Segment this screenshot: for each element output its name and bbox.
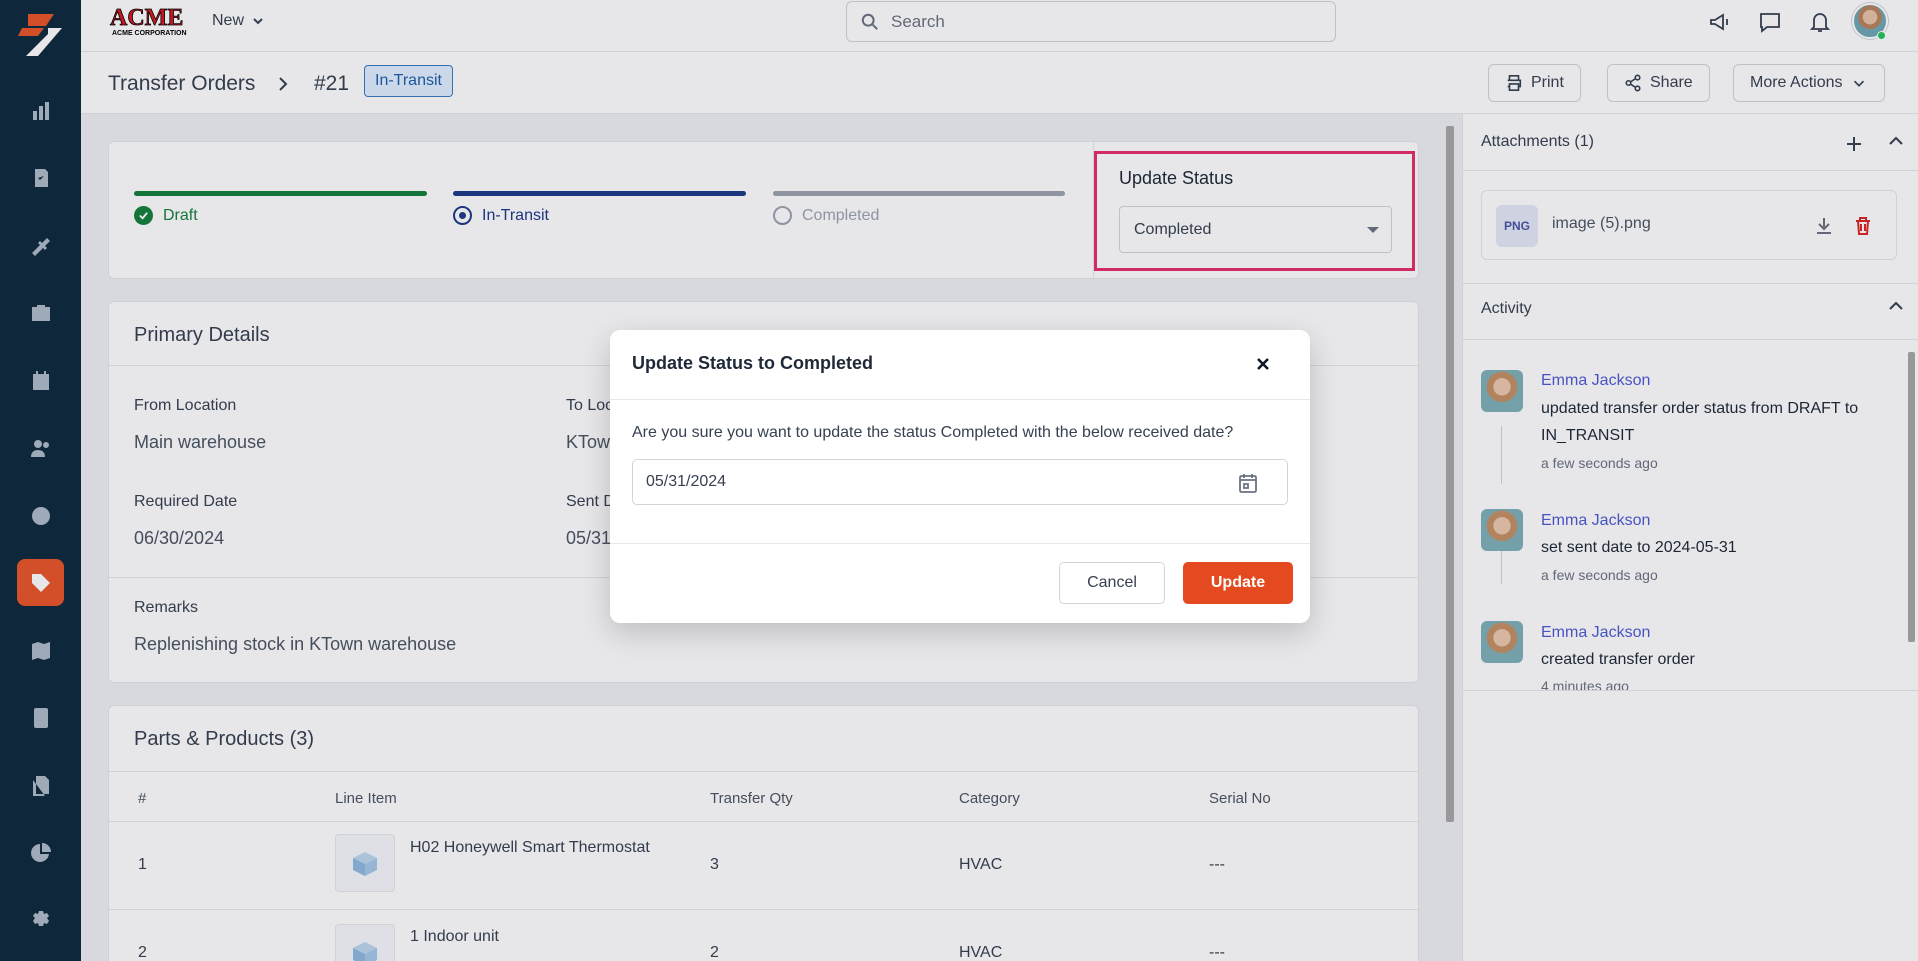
cancel-button[interactable]: Cancel — [1059, 562, 1165, 604]
calendar-picker-button[interactable] — [1236, 471, 1260, 495]
divider — [610, 543, 1310, 544]
received-date-value: 05/31/2024 — [646, 473, 727, 490]
divider — [610, 399, 1310, 400]
update-status-modal: Update Status to Completed Are you sure … — [610, 330, 1310, 623]
modal-message: Are you sure you want to update the stat… — [632, 424, 1234, 441]
update-button[interactable]: Update — [1183, 562, 1293, 604]
close-icon — [1257, 358, 1269, 370]
received-date-input[interactable]: 05/31/2024 — [632, 459, 1288, 505]
modal-title: Update Status to Completed — [632, 353, 874, 373]
close-button[interactable] — [1253, 354, 1273, 374]
calendar-icon — [1239, 474, 1257, 493]
